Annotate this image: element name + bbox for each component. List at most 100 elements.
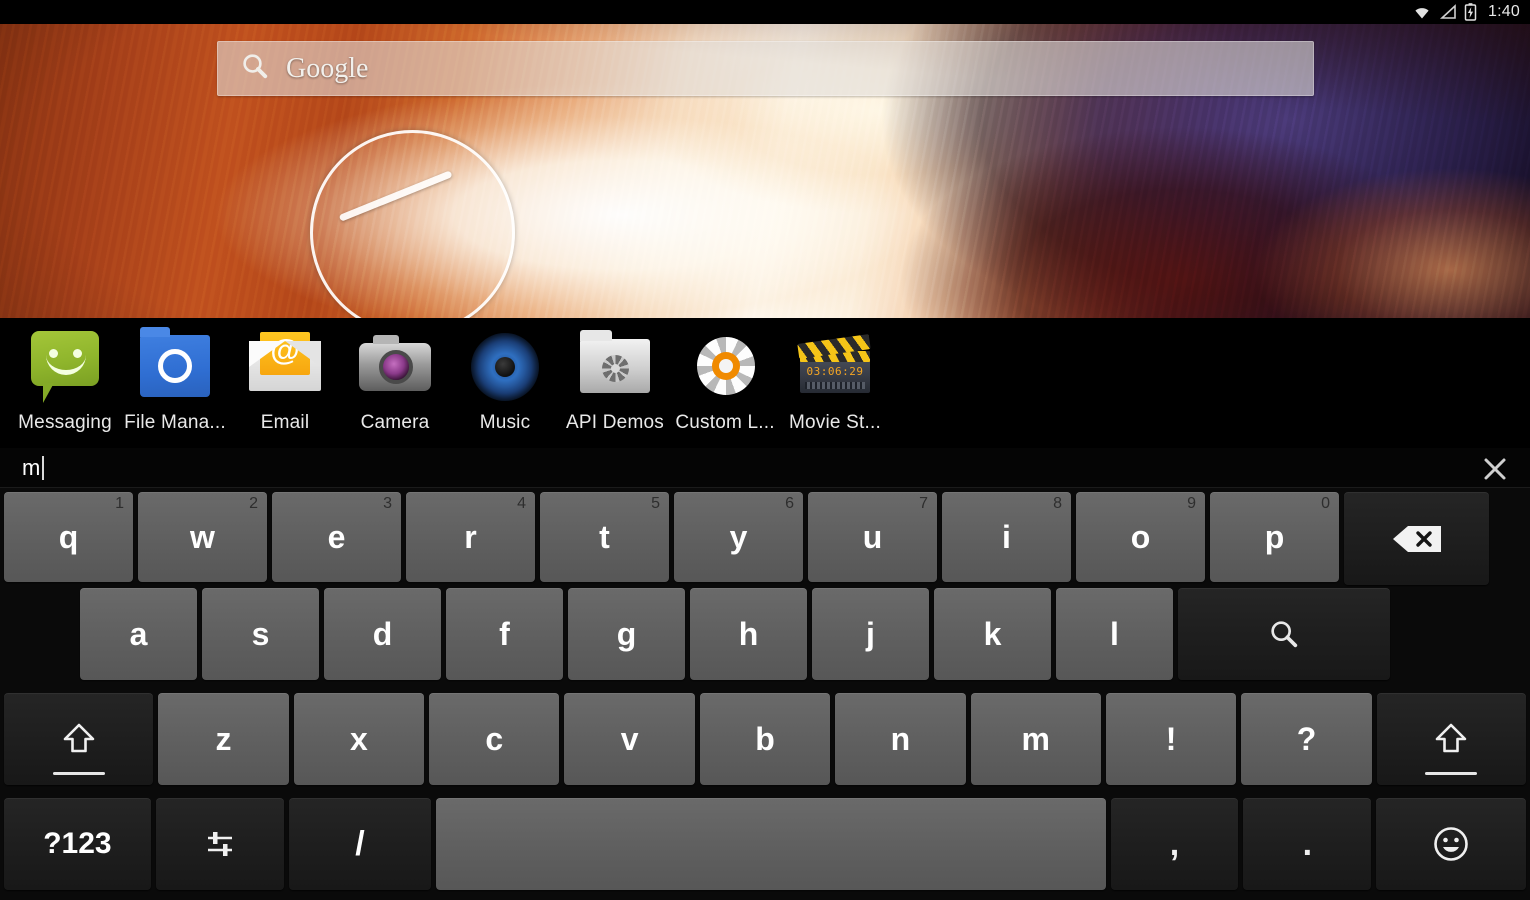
key-label: u [862,518,883,555]
app-label: File Mana... [124,412,226,433]
app-file-manager[interactable]: File Mana... [120,318,230,434]
key-label: q [58,518,79,555]
key-shift-left[interactable] [4,693,154,785]
key-label: a [129,615,148,652]
key-c[interactable]: c [429,693,560,785]
key-h[interactable]: h [690,588,807,680]
key-a[interactable]: a [80,588,197,680]
key-j[interactable]: j [812,588,929,680]
app-music[interactable]: Music [450,318,560,434]
key-period[interactable]: . [1243,798,1372,890]
key-number-hint: 9 [1187,495,1196,512]
movie-timecode: 03:06:29 [806,365,864,378]
key-y[interactable]: y6 [674,492,803,582]
key-search-enter[interactable] [1178,588,1390,680]
key-shift-right[interactable] [1376,693,1526,785]
key-i[interactable]: i8 [942,492,1071,582]
key-w[interactable]: w2 [138,492,267,582]
keyboard-row-4: ?123 /,. [4,798,1526,900]
key-label: r [464,518,477,555]
key-backspace[interactable] [1344,492,1489,585]
app-custom-locale[interactable]: Custom L... [670,318,780,434]
key-label: ! [1165,720,1177,757]
shift-icon [1432,720,1470,758]
key-number-hint: 1 [115,495,124,512]
key-label: / [355,824,365,863]
search-input[interactable]: m [22,455,45,480]
key-number-hint: 0 [1321,495,1330,512]
key-label: x [349,720,368,757]
key-label: z [215,720,232,757]
key-label: p [1264,518,1285,555]
emoji-icon [1430,823,1472,865]
key-label: ? [1296,720,1317,757]
keyboard-row-1: q1w2e3r4t5y6u7i8o9p0 [4,488,1526,588]
app-api-demos[interactable]: API Demos [560,318,670,434]
key-comma[interactable]: , [1110,798,1239,890]
app-label: Messaging [18,412,112,433]
key-label: h [738,615,759,652]
shift-indicator [1425,772,1478,775]
key-ime-options[interactable] [155,798,284,890]
key-label: b [755,720,775,757]
close-icon[interactable] [1482,456,1508,482]
key-z[interactable]: z [158,693,289,785]
key-label: w [190,518,215,555]
key-label: e [327,518,346,555]
app-email[interactable]: Email [230,318,340,434]
key-e[interactable]: e3 [272,492,401,582]
search-icon [240,51,270,86]
key-n[interactable]: n [835,693,966,785]
search-icon [1267,617,1301,651]
key-label: ?123 [43,827,112,860]
key-number-hint: 8 [1053,495,1062,512]
soft-keyboard: q1w2e3r4t5y6u7i8o9p0 asdfghjkl z x c v b n m!?… [0,488,1530,900]
key-b[interactable]: b [699,693,831,785]
key-label: g [616,615,637,652]
google-search-bar[interactable]: Google [217,41,1314,96]
app-label: Music [479,412,531,433]
key-label: c [485,720,504,757]
key-s[interactable]: s [202,588,319,680]
app-messaging[interactable]: Messaging [10,318,120,434]
key-k[interactable]: k [934,588,1051,680]
music-icon [465,327,545,407]
key-m[interactable]: m [970,693,1101,785]
key-slash[interactable]: / [288,798,432,890]
shift-icon [60,720,98,758]
app-camera[interactable]: Camera [340,318,450,434]
key-f[interactable]: f [446,588,563,680]
key-t[interactable]: t5 [540,492,669,582]
key-question[interactable]: ? [1241,693,1372,785]
key-r[interactable]: r4 [406,492,535,582]
status-bar: 1:40 [0,0,1530,24]
key-g[interactable]: g [568,588,685,680]
key-u[interactable]: u7 [808,492,937,582]
key-v[interactable]: v [564,693,695,785]
key-d[interactable]: d [324,588,441,680]
app-movie-studio[interactable]: 03:06:29 Movie St... [780,318,890,434]
key-q[interactable]: q1 [4,492,133,582]
key-label: f [499,615,510,652]
key-label: i [1002,518,1011,555]
app-label: API Demos [566,412,664,433]
key-symbols[interactable]: ?123 [4,798,151,890]
key-label: o [1130,518,1151,555]
key-exclamation[interactable]: ! [1105,693,1237,785]
google-logo-text: Google [286,52,369,84]
key-emoji[interactable] [1376,798,1526,890]
custom-locale-icon [685,327,765,407]
key-p[interactable]: p0 [1210,492,1339,582]
key-space[interactable] [436,798,1106,890]
app-label: Email [260,412,310,433]
key-o[interactable]: o9 [1076,492,1205,582]
text-input-bar[interactable]: m [0,448,1530,488]
key-label: l [1110,615,1119,652]
battery-icon [1464,3,1477,21]
key-x[interactable]: x [293,693,425,785]
app-label: Custom L... [675,412,775,433]
api-demos-icon [575,327,655,407]
signal-icon [1439,4,1457,20]
key-l[interactable]: l [1056,588,1173,680]
keyboard-row-2: a sd f g h jk l [4,588,1526,693]
